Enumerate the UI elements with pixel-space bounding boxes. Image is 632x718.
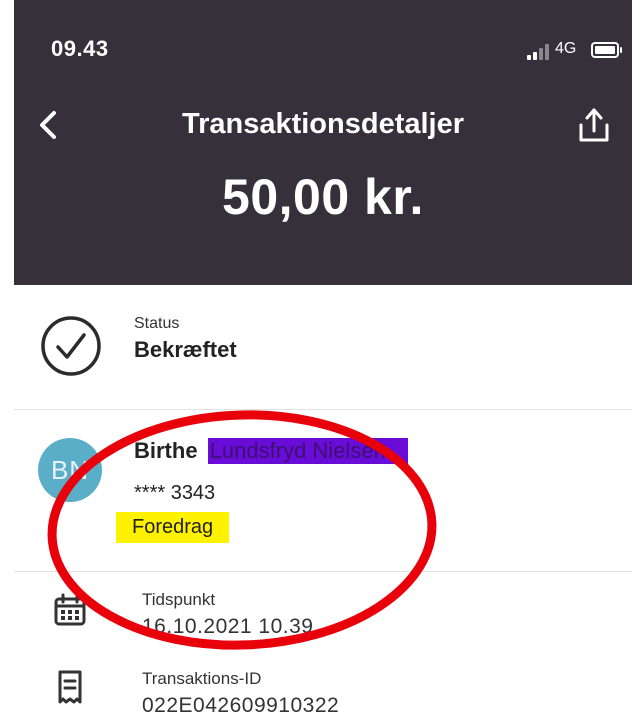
battery-icon	[591, 42, 622, 58]
timestamp-row: Tidspunkt 16.10.2021 10.39	[14, 572, 632, 652]
receipt-icon	[52, 669, 88, 705]
timestamp-label: Tidspunkt	[142, 590, 216, 609]
status-row: Status Bekræftet	[14, 285, 632, 409]
transaction-id-row: Transaktions-ID 022E042609910322	[14, 655, 632, 718]
recipient-row: BN Birthe Lundsfryd Nielsen **** 3343 Fo…	[14, 410, 632, 570]
timestamp-value: 16.10.2021 10.39	[142, 615, 314, 638]
calendar-icon	[52, 592, 88, 628]
recipient-account: **** 3343	[134, 482, 216, 504]
recipient-name: Birthe Lundsfryd Nielsen	[134, 438, 408, 464]
share-icon[interactable]	[577, 105, 611, 145]
header: 09.43 4G Transaktionsdetaljer 50,00 kr.	[14, 0, 632, 285]
transaction-id-label: Transaktions-ID	[142, 669, 262, 688]
status-value: Bekræftet	[134, 337, 237, 362]
status-bar: 09.43 4G	[14, 30, 632, 70]
check-circle-icon	[40, 315, 102, 377]
page-title: Transaktionsdetaljer	[181, 108, 465, 140]
signal-icon	[527, 42, 557, 60]
payment-message: Foredrag	[116, 512, 230, 543]
redacted-last-name: Lundsfryd Nielsen	[207, 438, 408, 464]
avatar: BN	[38, 438, 102, 502]
network-type: 4G	[555, 40, 577, 57]
transaction-amount: 50,00 kr.	[222, 169, 424, 225]
status-label: Status	[134, 315, 180, 332]
recipient-first-name: Birthe	[134, 438, 198, 463]
transaction-id-value: 022E042609910322	[142, 694, 340, 717]
status-time: 09.43	[51, 36, 109, 61]
